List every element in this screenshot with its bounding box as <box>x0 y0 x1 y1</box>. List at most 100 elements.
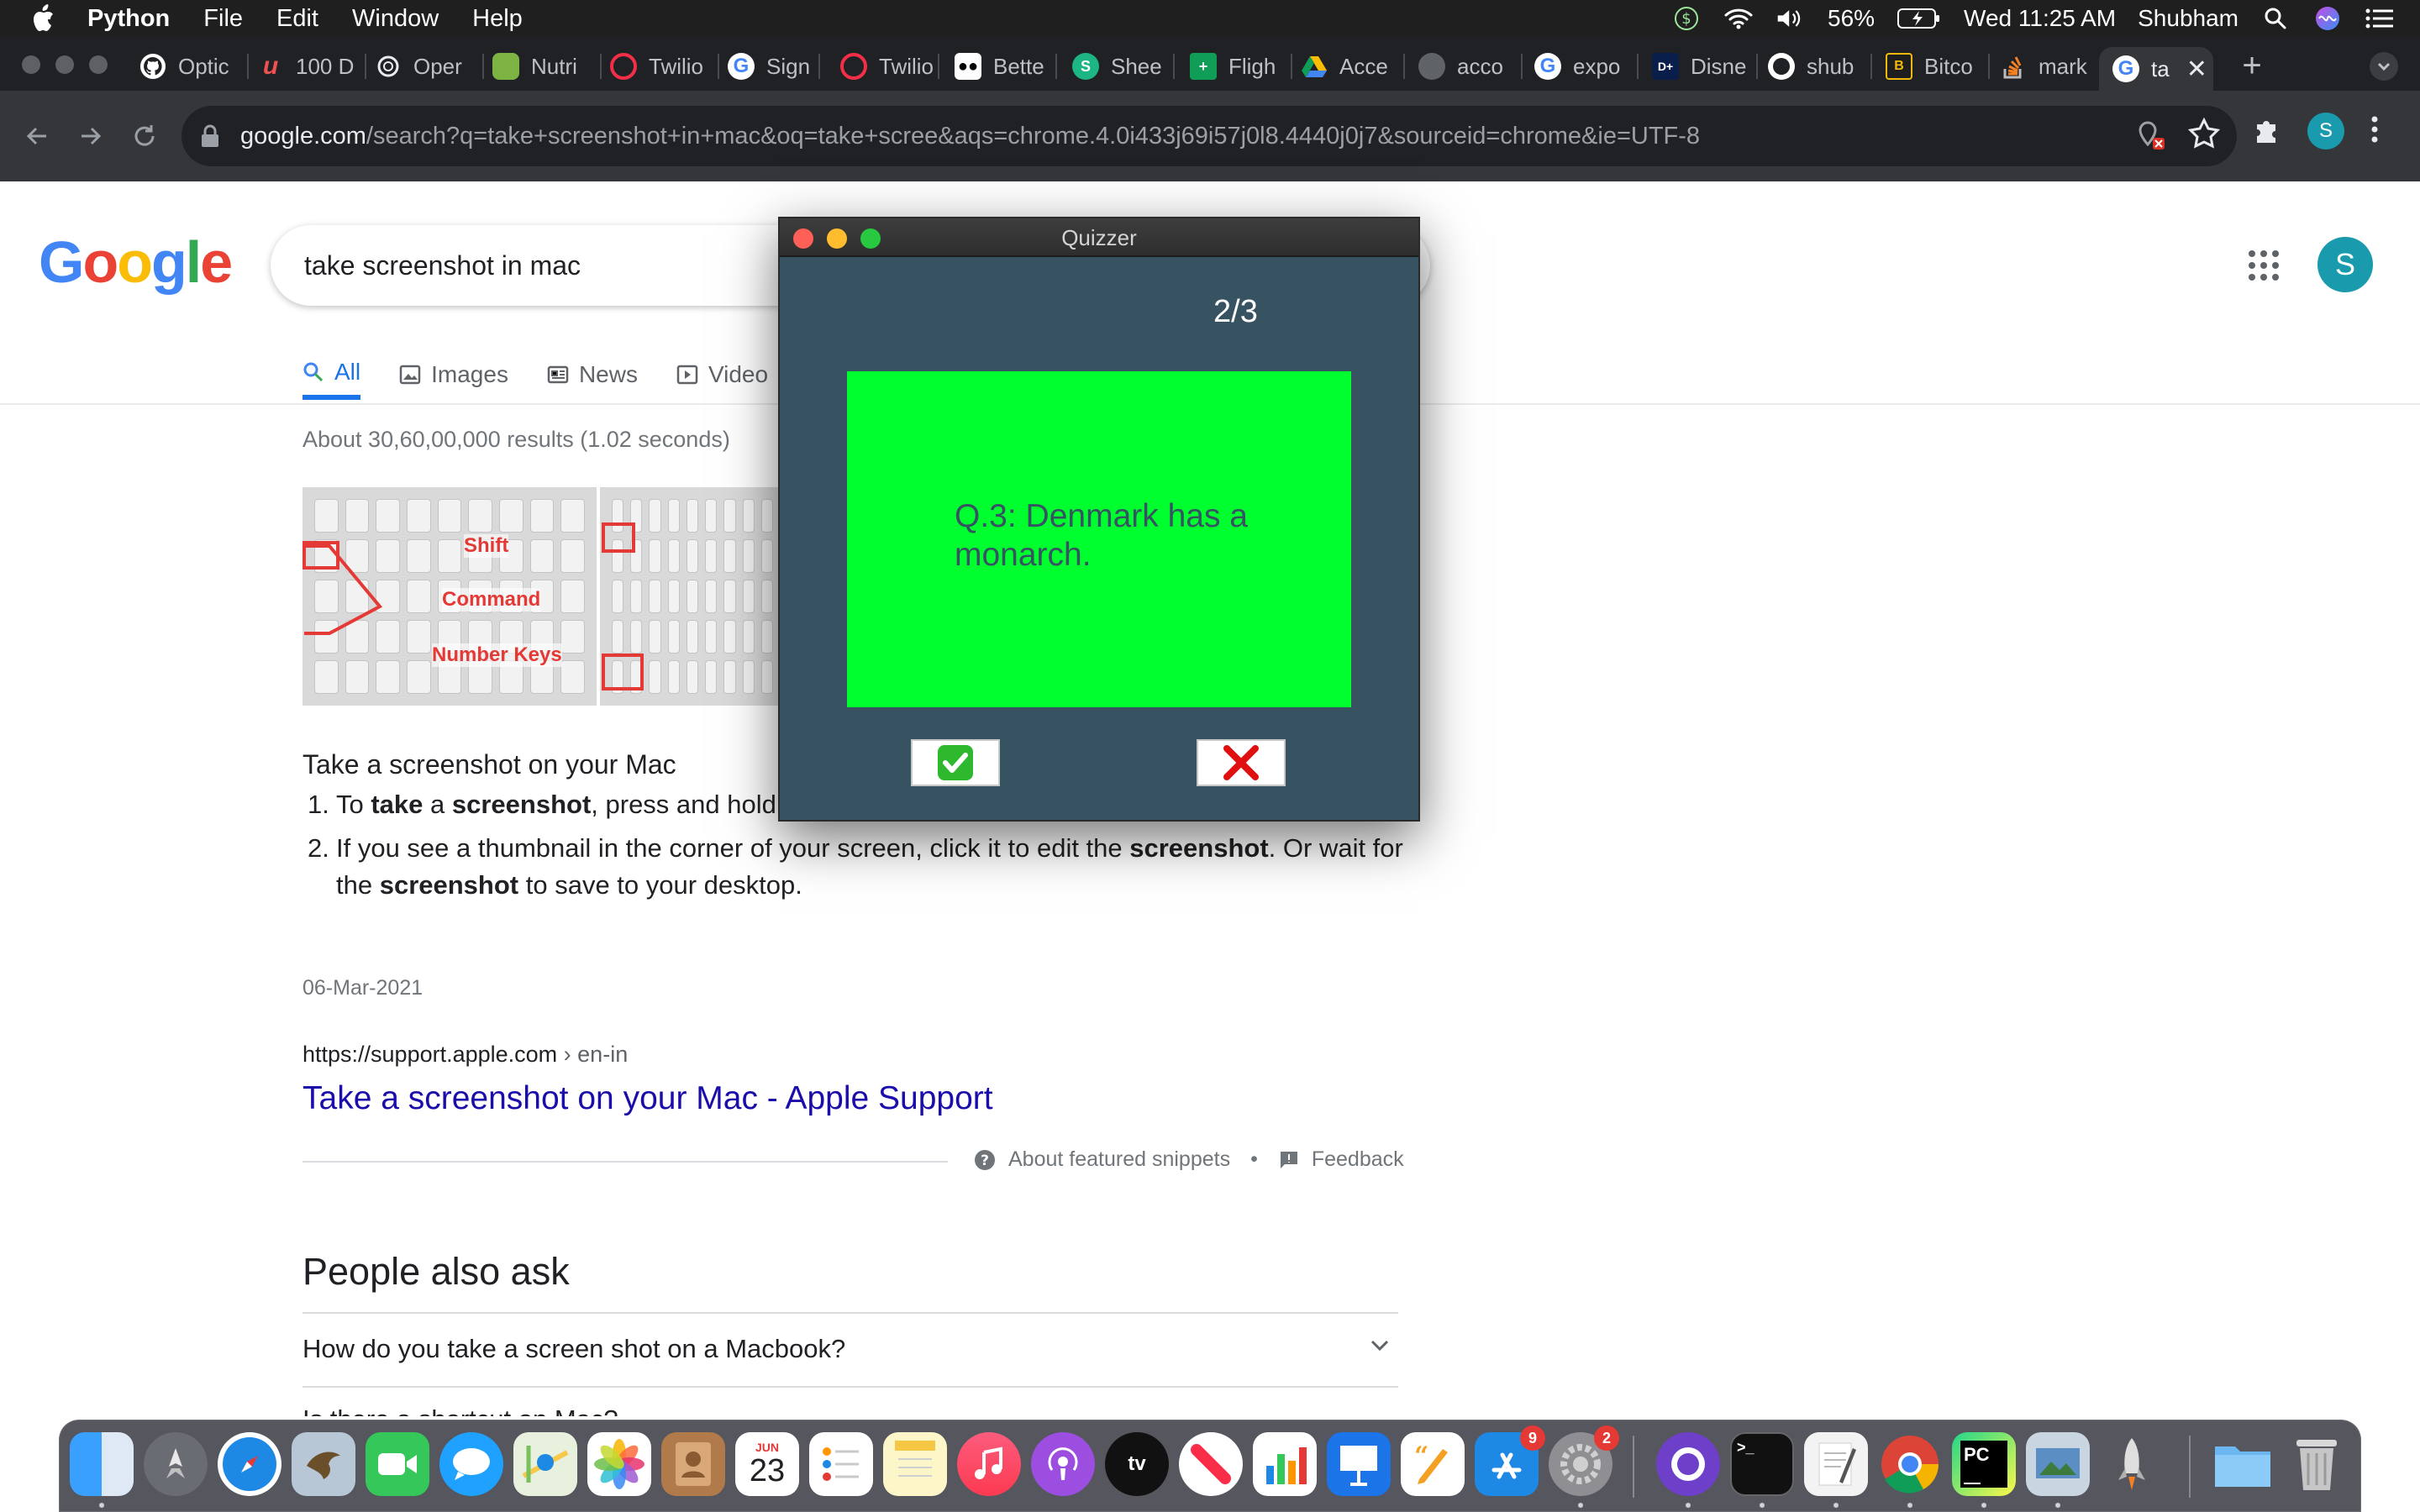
browser-tab[interactable]: Twilio <box>610 47 719 86</box>
pages-icon[interactable]: “ <box>1401 1432 1465 1496</box>
tab-search-button[interactable] <box>2370 52 2398 81</box>
browser-tab[interactable]: B Bitco <box>1886 47 1990 86</box>
contacts-icon[interactable] <box>661 1432 725 1496</box>
extensions-puzzle-icon[interactable] <box>2252 114 2282 149</box>
tab-videos[interactable]: Video <box>676 349 768 400</box>
notes-icon[interactable] <box>883 1432 947 1496</box>
feedback-link[interactable]: Feedback <box>1312 1147 1404 1172</box>
browser-tab[interactable]: mark <box>2000 47 2104 86</box>
safari-icon[interactable] <box>218 1432 281 1496</box>
chrome-icon[interactable] <box>1878 1432 1942 1496</box>
preview-eagle-icon[interactable] <box>292 1432 355 1496</box>
terminal-icon[interactable]: >_ <box>1730 1432 1794 1496</box>
menu-window[interactable]: Window <box>352 5 439 33</box>
google-apps-icon[interactable] <box>2249 250 2279 281</box>
finder-icon[interactable] <box>70 1432 134 1496</box>
podcasts-icon[interactable] <box>1031 1432 1095 1496</box>
numbers-icon[interactable] <box>1253 1432 1317 1496</box>
facetime-icon[interactable] <box>366 1432 429 1496</box>
wifi-icon[interactable] <box>1723 3 1754 34</box>
siri-icon[interactable] <box>2312 3 2343 34</box>
window-close-button[interactable] <box>22 55 40 74</box>
photos-icon[interactable] <box>587 1432 651 1496</box>
image-label-shift: Shift <box>464 534 509 558</box>
forward-button[interactable] <box>67 113 114 160</box>
close-tab-icon[interactable]: ✕ <box>2186 55 2207 84</box>
browser-tab[interactable]: + Fligh <box>1190 47 1292 86</box>
quizzer-close-button[interactable] <box>793 228 813 249</box>
messages-icon[interactable] <box>439 1432 503 1496</box>
chrome-profile-avatar[interactable]: S <box>2307 113 2344 150</box>
back-button[interactable] <box>13 113 60 160</box>
apple-tv-icon[interactable]: tv <box>1105 1432 1169 1496</box>
system-preferences-icon[interactable]: 2 <box>1549 1425 1619 1496</box>
quizzer-zoom-button[interactable] <box>860 228 881 249</box>
rocket-app-icon[interactable] <box>2100 1432 2164 1496</box>
keyboard-image[interactable]: Shift Command Number Keys <box>302 487 597 706</box>
battery-charging-icon[interactable] <box>1897 3 1942 34</box>
true-button[interactable] <box>911 739 1000 786</box>
menu-app-name[interactable]: Python <box>87 5 170 33</box>
browser-tab[interactable]: Nutri <box>492 47 602 86</box>
window-minimize-button[interactable] <box>55 55 74 74</box>
tab-news[interactable]: News <box>547 349 638 400</box>
browser-tab[interactable]: Optic <box>139 47 249 86</box>
window-zoom-button[interactable] <box>89 55 108 74</box>
paa-question[interactable]: Is there a shortcut on Mac? <box>302 1404 1398 1416</box>
bookmark-star-icon[interactable] <box>2187 117 2221 155</box>
browser-tab[interactable]: ●● Bette <box>955 47 1057 86</box>
browser-tab[interactable]: Twilio <box>840 47 939 86</box>
launchpad-icon[interactable] <box>144 1432 208 1496</box>
location-blocked-icon[interactable] <box>2133 118 2166 155</box>
quizzer-title-bar[interactable]: Quizzer <box>780 218 1418 257</box>
reload-button[interactable] <box>121 113 168 160</box>
app-store-icon[interactable]: 9 <box>1475 1425 1545 1496</box>
trash-icon[interactable] <box>2285 1432 2349 1496</box>
google-logo[interactable]: Google <box>39 228 233 296</box>
browser-tab[interactable]: G expo <box>1534 47 1639 86</box>
news-app-icon[interactable] <box>1179 1432 1243 1496</box>
lock-icon[interactable] <box>197 121 224 151</box>
browser-tab[interactable]: S Shee <box>1072 47 1175 86</box>
notification-center-icon[interactable] <box>2365 3 2395 34</box>
browser-tab[interactable]: D+ Disne <box>1652 47 1758 86</box>
tab-all[interactable]: All <box>302 349 361 400</box>
browser-tab[interactable]: shub <box>1768 47 1872 86</box>
paa-question[interactable]: How do you take a screen shot on a Macbo… <box>302 1334 1398 1364</box>
python-launcher-icon[interactable] <box>2026 1432 2090 1496</box>
menubar-user[interactable]: Shubham <box>2138 5 2238 32</box>
spotlight-search-icon[interactable] <box>2260 3 2291 34</box>
browser-tab[interactable]: G Sign <box>728 47 820 86</box>
address-bar[interactable]: google.com/search?q=take+screenshot+in+m… <box>182 106 2237 166</box>
tab-images[interactable]: Images <box>399 349 508 400</box>
browser-tab-active[interactable]: G ta ✕ <box>2099 47 2213 91</box>
dollar-status-icon[interactable]: $ <box>1671 3 1702 34</box>
about-featured-snippets-link[interactable]: About featured snippets <box>1008 1147 1230 1172</box>
keyboard-image[interactable] <box>600 487 785 706</box>
calendar-icon[interactable]: JUN 23 <box>735 1432 799 1496</box>
reminders-icon[interactable] <box>809 1432 873 1496</box>
browser-tab[interactable]: Oper <box>375 47 484 86</box>
result-title-link[interactable]: Take a screenshot on your Mac - Apple Su… <box>302 1080 993 1117</box>
chrome-menu-icon[interactable] <box>2370 114 2380 149</box>
apple-menu-icon[interactable] <box>30 4 64 33</box>
github-desktop-icon[interactable] <box>1656 1432 1720 1496</box>
browser-tab[interactable]: Acce <box>1301 47 1405 86</box>
menu-help[interactable]: Help <box>472 5 523 33</box>
menu-edit[interactable]: Edit <box>276 5 318 33</box>
music-icon[interactable] <box>957 1432 1021 1496</box>
textedit-icon[interactable] <box>1804 1432 1868 1496</box>
maps-icon[interactable] <box>513 1432 577 1496</box>
google-account-avatar[interactable]: S <box>2317 237 2373 292</box>
browser-tab[interactable]: u 100 D <box>257 47 366 86</box>
quizzer-minimize-button[interactable] <box>827 228 847 249</box>
browser-tab[interactable]: acco <box>1418 47 1523 86</box>
pycharm-icon[interactable]: PC <box>1952 1432 2016 1496</box>
volume-icon[interactable] <box>1776 3 1806 34</box>
menu-file[interactable]: File <box>203 5 243 33</box>
new-tab-button[interactable]: + <box>2235 49 2269 82</box>
keynote-icon[interactable] <box>1327 1432 1391 1496</box>
menubar-clock[interactable]: Wed 11:25 AM <box>1964 5 2116 32</box>
false-button[interactable] <box>1197 739 1286 786</box>
downloads-folder-icon[interactable] <box>2211 1432 2275 1496</box>
